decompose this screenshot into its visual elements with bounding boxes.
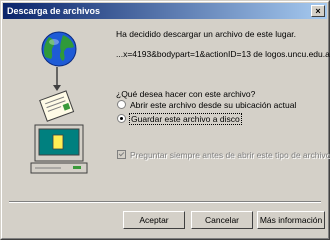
window-title: Descarga de archivos [7,6,101,16]
more-info-button[interactable]: Más información [257,211,325,229]
download-message: Ha decidido descargar un archivo de este… [116,29,297,39]
title-bar[interactable]: Descarga de archivos × [3,3,327,19]
download-dialog: Descarga de archivos × Ha decidido desca… [0,0,330,240]
radio-button[interactable] [117,100,126,110]
radio-open-file[interactable]: Abrir este archivo desde su ubicación ac… [117,99,296,111]
always-ask-checkbox: Preguntar siempre antes de abrir este ti… [117,149,330,160]
action-question: ¿Qué desea hacer con este archivo? [116,89,256,99]
radio-save-label: Guardar este archivo a disco [129,112,242,125]
ok-button[interactable]: Aceptar [123,211,185,229]
radio-button-selected[interactable] [117,114,126,124]
globe-document-computer-icon [30,31,88,174]
close-button[interactable]: × [311,5,325,17]
close-icon: × [315,6,321,16]
download-illustration [21,29,93,179]
always-ask-label: Preguntar siempre antes de abrir este ti… [130,149,330,160]
download-source: ...x=4193&bodypart=1&actionID=13 de logo… [116,49,330,59]
radio-save-file[interactable]: Guardar este archivo a disco [117,112,242,125]
separator [9,201,321,203]
cancel-button[interactable]: Cancelar [191,211,253,229]
checkbox-box [117,150,126,160]
radio-open-label: Abrir este archivo desde su ubicación ac… [130,99,297,110]
